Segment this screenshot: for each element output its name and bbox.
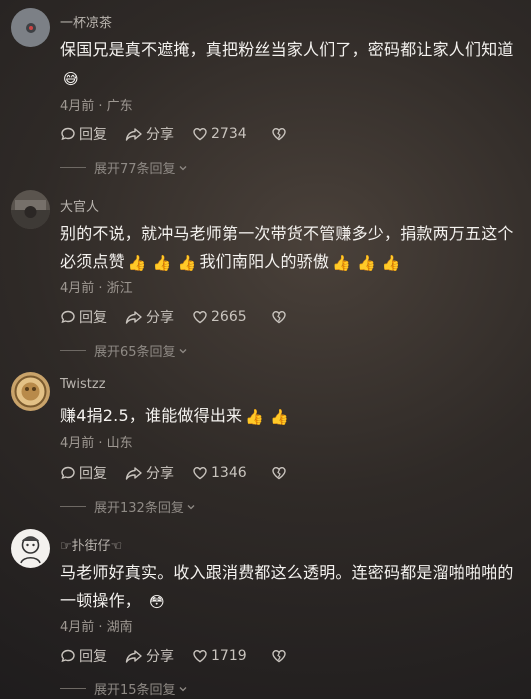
comment-meta: 4月前 · 湖南 — [60, 620, 133, 635]
comment-username[interactable]: 大官人 — [60, 196, 99, 215]
like-count: 1346 — [211, 465, 247, 481]
broken-heart-icon — [271, 310, 286, 324]
expand-replies-button[interactable]: 展开132条回复 — [60, 497, 196, 516]
comment-text: 保国兄是真不遮掩，真把粉丝当家人们了，密码都让家人们知道 😅 — [60, 36, 520, 93]
share-arrow-icon — [125, 650, 142, 663]
emoji: 👍 — [270, 408, 290, 426]
dislike-button[interactable] — [271, 126, 287, 142]
share-arrow-icon — [125, 311, 142, 324]
emoji: 👍 — [177, 254, 197, 272]
divider-line — [60, 688, 86, 689]
share-arrow-icon — [125, 467, 142, 480]
comment-meta: 4月前 · 山东 — [60, 436, 133, 451]
reply-button[interactable]: 回复 — [60, 646, 107, 666]
avatar[interactable] — [11, 372, 50, 411]
emoji: 👍 — [152, 254, 172, 272]
emoji: 👍 — [381, 254, 401, 272]
emoji: 👍 — [245, 408, 265, 426]
avatar[interactable] — [11, 529, 50, 568]
reply-label: 回复 — [79, 127, 107, 143]
reply-button[interactable]: 回复 — [60, 124, 107, 144]
comment-text: 马老师好真实。收入跟消费都这么透明。连密码都是溜啪啪啪的一顿操作， 😳 — [60, 559, 520, 616]
reply-label: 回复 — [79, 649, 107, 665]
reply-button[interactable]: 回复 — [60, 463, 107, 483]
like-count: 2665 — [211, 309, 247, 325]
share-button[interactable]: 分享 — [125, 307, 174, 327]
dislike-button[interactable] — [271, 465, 287, 481]
emoji: 👍 — [332, 254, 351, 272]
comment-meta: 4月前 · 浙江 — [60, 281, 133, 296]
comment-meta: 4月前 · 广东 — [60, 99, 133, 114]
reply-bubble-icon — [61, 649, 75, 663]
avatar[interactable] — [11, 190, 50, 229]
reply-bubble-icon — [61, 466, 75, 480]
comment-text: 赚4捐2.5，谁能做得出来 👍 👍 — [60, 402, 520, 431]
divider-line — [60, 506, 86, 507]
comment-text-body: 马老师好真实。收入跟消费都这么透明。连密码都是溜啪啪啪的一顿操作， — [60, 563, 514, 610]
share-arrow-icon — [125, 128, 142, 141]
comment-text-body: 保国兄是真不遮掩，真把粉丝当家人们了，密码都让家人们知道 — [60, 40, 514, 59]
reply-label: 回复 — [79, 466, 107, 482]
like-button[interactable]: 2665 — [192, 309, 247, 325]
comment-actions: 回复 分享 1346 — [60, 463, 287, 483]
like-button[interactable]: 1346 — [192, 465, 247, 481]
heart-icon — [193, 649, 207, 663]
expand-label: 展开65条回复 — [94, 345, 176, 360]
broken-heart-icon — [271, 127, 286, 141]
broken-heart-icon — [271, 649, 286, 663]
expand-replies-button[interactable]: 展开15条回复 — [60, 679, 188, 698]
chevron-down-icon — [179, 686, 187, 691]
like-button[interactable]: 1719 — [192, 648, 247, 664]
dislike-button[interactable] — [271, 648, 287, 664]
comment-text-body: 我们南阳人的骄傲 — [199, 252, 330, 271]
expand-label: 展开77条回复 — [94, 162, 176, 177]
share-button[interactable]: 分享 — [125, 124, 174, 144]
expand-replies-button[interactable]: 展开65条回复 — [60, 341, 188, 360]
share-label: 分享 — [146, 310, 174, 326]
reply-button[interactable]: 回复 — [60, 307, 107, 327]
heart-icon — [193, 127, 207, 141]
comment-actions: 回复 分享 2665 — [60, 307, 287, 327]
share-label: 分享 — [146, 127, 174, 143]
dislike-button[interactable] — [271, 309, 287, 325]
heart-icon — [193, 466, 207, 480]
avatar[interactable] — [11, 8, 50, 47]
share-button[interactable]: 分享 — [125, 646, 174, 666]
chevron-down-icon — [187, 504, 195, 509]
like-count: 2734 — [211, 126, 247, 142]
chevron-down-icon — [179, 348, 187, 353]
share-button[interactable]: 分享 — [125, 463, 174, 483]
share-label: 分享 — [146, 649, 174, 665]
emoji: 😅 — [63, 70, 79, 88]
reply-label: 回复 — [79, 310, 107, 326]
comment-username[interactable]: Twistzz — [60, 377, 106, 392]
share-label: 分享 — [146, 466, 174, 482]
comment-actions: 回复 分享 2734 — [60, 124, 287, 144]
expand-replies-button[interactable]: 展开77条回复 — [60, 158, 188, 177]
comment-username[interactable]: 一杯凉茶 — [60, 12, 112, 31]
expand-label: 展开132条回复 — [94, 501, 184, 516]
expand-label: 展开15条回复 — [94, 683, 176, 698]
emoji: 👍 — [127, 254, 147, 272]
heart-icon — [193, 310, 207, 324]
emoji: 👍 — [356, 254, 376, 272]
comment-text-body: 赚4捐2.5，谁能做得出来 — [60, 406, 243, 425]
like-count: 1719 — [211, 648, 247, 664]
like-button[interactable]: 2734 — [192, 126, 247, 142]
emoji: 😳 — [149, 593, 165, 611]
reply-bubble-icon — [61, 127, 75, 141]
comment-username[interactable]: ☞扑街仔☜ — [60, 535, 122, 554]
comment-text: 别的不说，就冲马老师第一次带货不管赚多少，捐款两万五这个必须点赞 👍 👍 👍 我们南阳人… — [60, 220, 520, 277]
divider-line — [60, 167, 86, 168]
comment-actions: 回复 分享 1719 — [60, 646, 287, 666]
broken-heart-icon — [271, 466, 286, 480]
divider-line — [60, 350, 86, 351]
chevron-down-icon — [179, 165, 187, 170]
reply-bubble-icon — [61, 310, 75, 324]
